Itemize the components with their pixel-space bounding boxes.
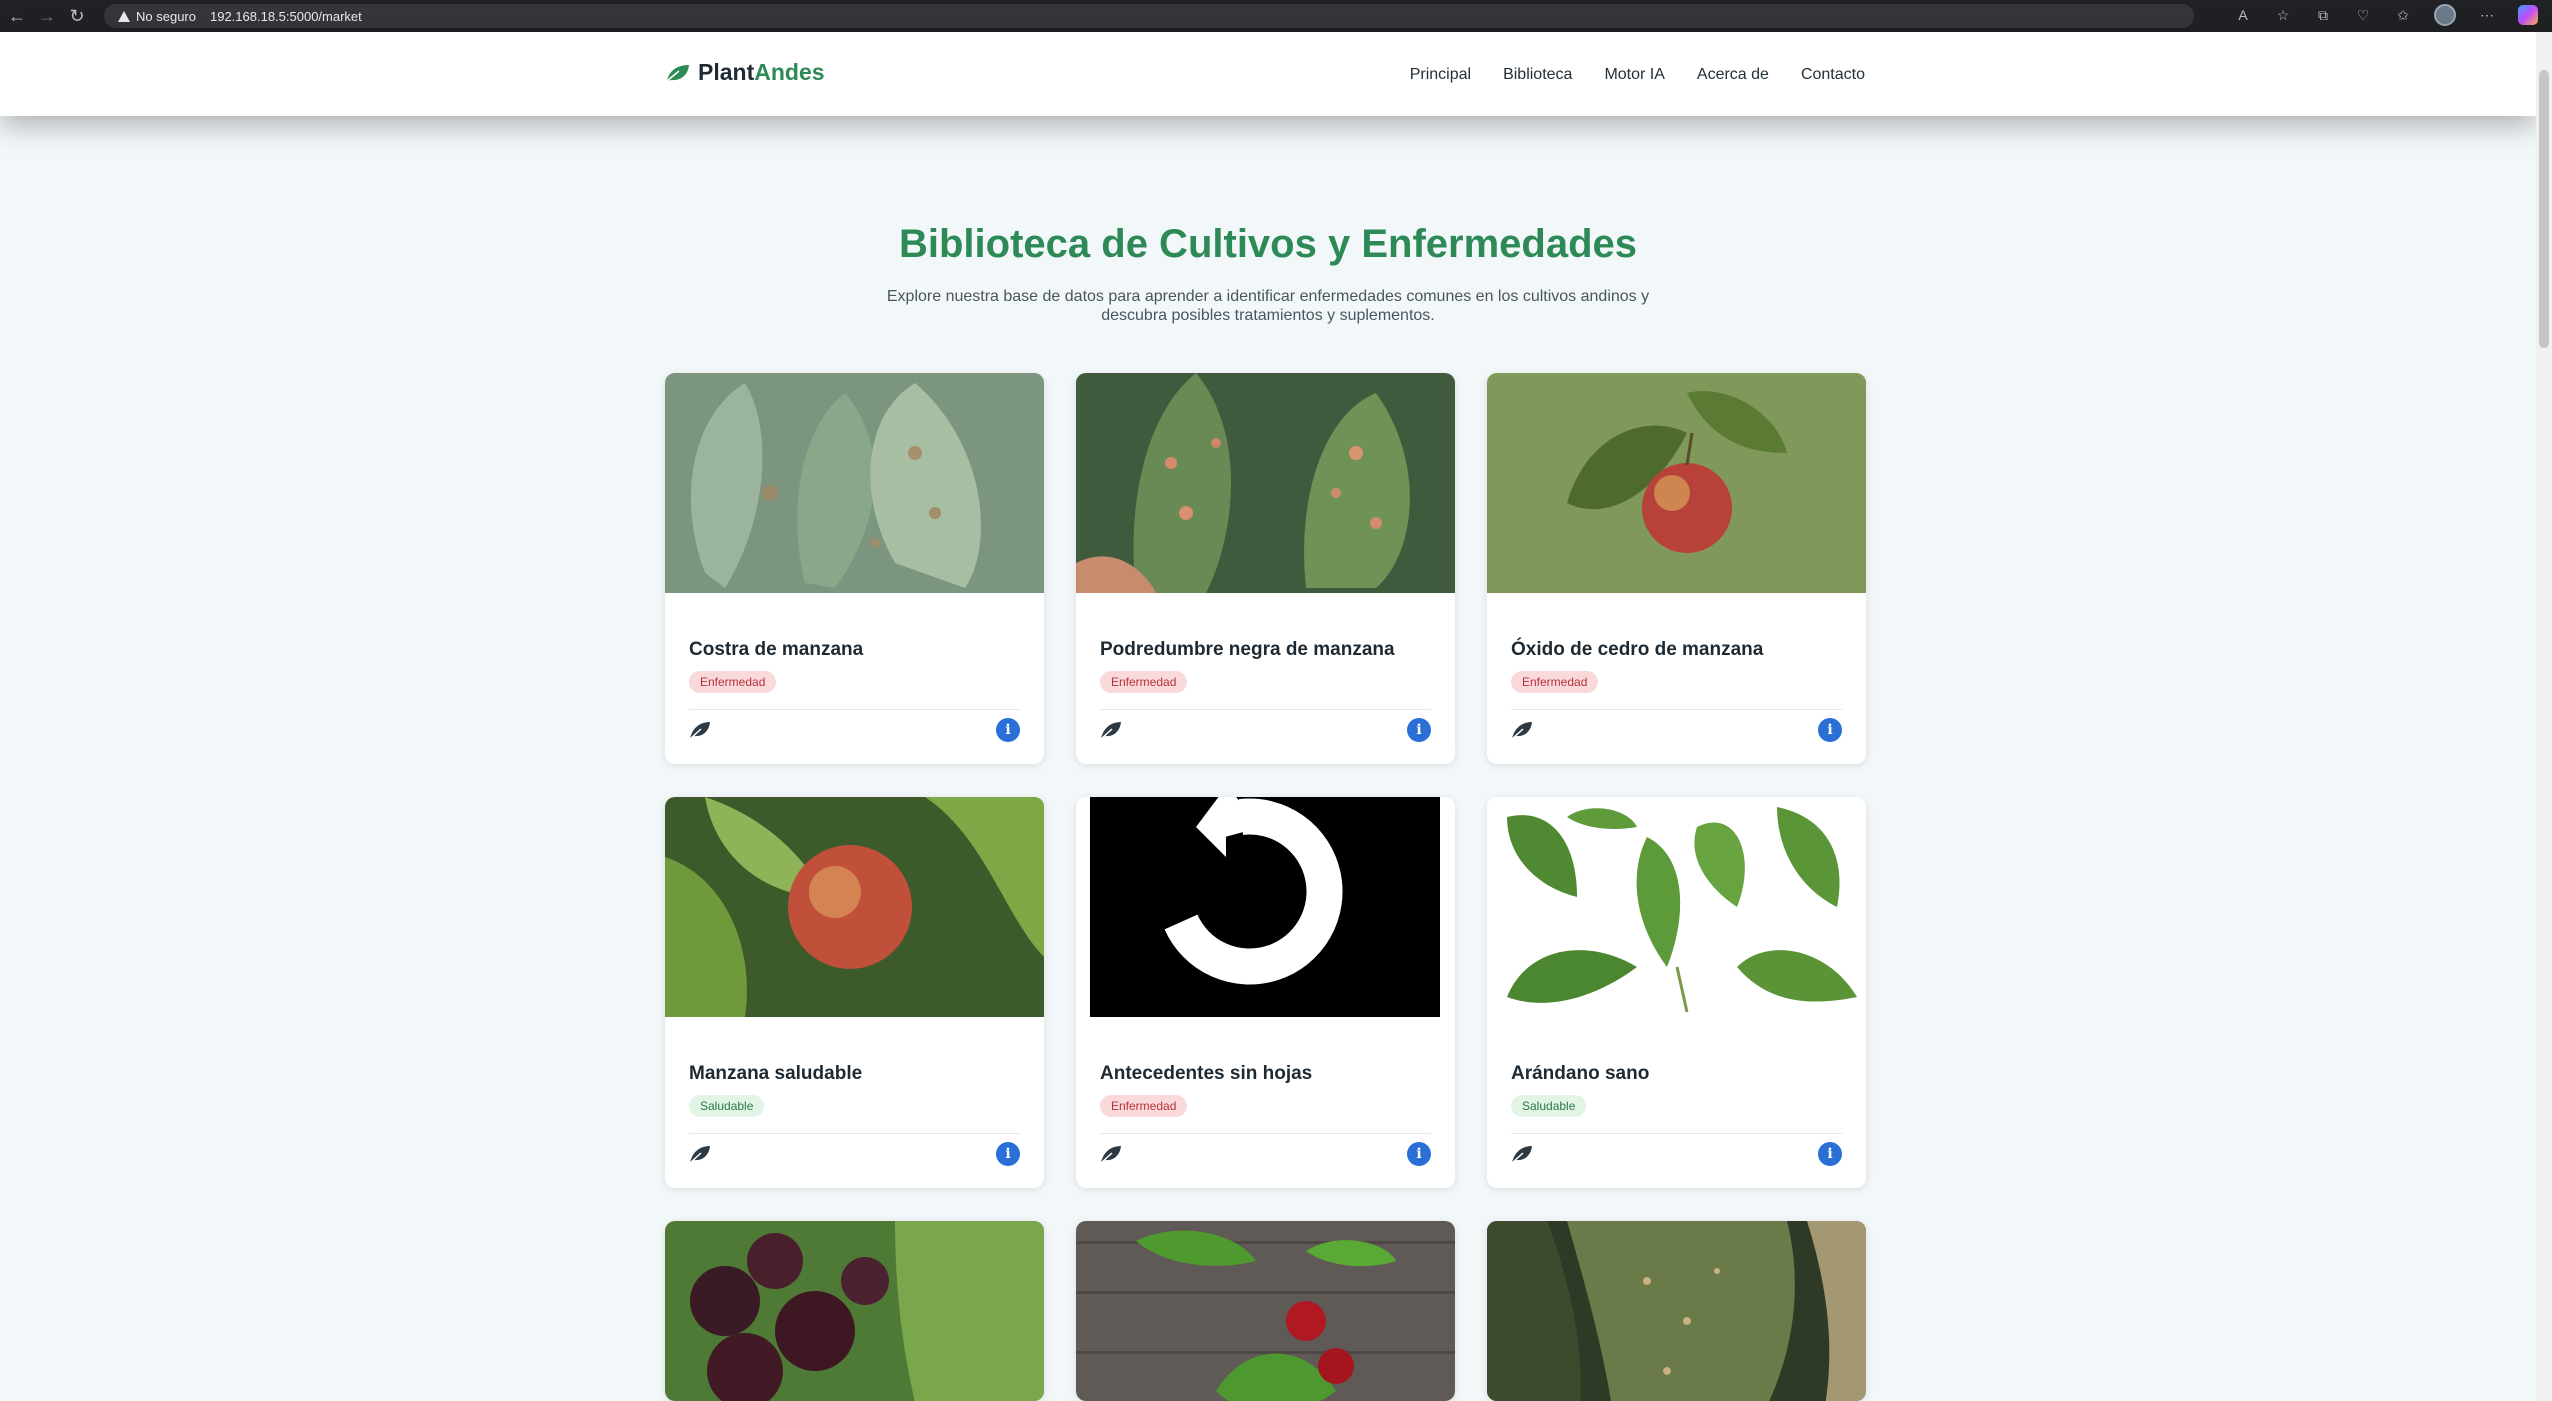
card-image-placeholder — [1076, 797, 1455, 1017]
card-divider — [1100, 709, 1431, 710]
crop-card[interactable]: Manzana saludable Saludable i — [665, 797, 1044, 1188]
nav-contacto[interactable]: Contacto — [1801, 66, 1865, 84]
logo-text-plant: Plant — [698, 59, 755, 85]
card-title: Antecedentes sin hojas — [1100, 1063, 1313, 1084]
more-options-icon[interactable]: ⋯ — [2478, 6, 2496, 24]
info-icon[interactable]: i — [996, 1142, 1020, 1166]
url-text[interactable]: 192.168.18.5:5000/market — [210, 9, 362, 24]
card-divider — [689, 1133, 1020, 1134]
nav-motor-ia[interactable]: Motor IA — [1604, 66, 1664, 84]
leaf-logo-icon — [666, 64, 689, 82]
card-image-blueberry — [1487, 797, 1866, 1017]
leaf-icon — [1511, 1146, 1532, 1164]
status-badge: Enfermedad — [1100, 671, 1188, 693]
info-icon[interactable]: i — [1818, 1142, 1842, 1166]
card-divider — [1511, 709, 1842, 710]
card-image-cedar-rust — [1487, 373, 1866, 593]
scrollbar-thumb[interactable] — [2539, 70, 2549, 348]
info-icon[interactable]: i — [1407, 1142, 1431, 1166]
logo[interactable]: Plant Andes — [665, 59, 825, 86]
leaf-icon — [1100, 722, 1121, 740]
card-divider — [689, 709, 1020, 710]
card-image-healthy-apple — [665, 797, 1044, 1017]
browser-essentials-icon[interactable]: ♡ — [2354, 6, 2372, 24]
site-header: Plant Andes Principal Biblioteca Motor IA… — [0, 32, 2536, 116]
card-divider — [1511, 1133, 1842, 1134]
card-image-apple-scab — [665, 373, 1044, 593]
reload-icon[interactable]: ↻ — [64, 3, 90, 29]
info-icon[interactable]: i — [1407, 718, 1431, 742]
crop-card[interactable] — [1487, 1221, 1866, 1401]
collections-icon[interactable]: ✩ — [2394, 6, 2412, 24]
card-image-corn-leaf — [1487, 1221, 1866, 1401]
favorite-star-icon[interactable]: ☆ — [2274, 6, 2292, 24]
status-badge: Saludable — [1511, 1095, 1587, 1117]
forward-icon[interactable]: → — [34, 3, 60, 29]
copilot-icon[interactable] — [2518, 5, 2538, 25]
page-title: Biblioteca de Cultivos y Enfermedades — [899, 222, 1637, 266]
card-image-black-rot — [1076, 373, 1455, 593]
card-divider — [1100, 1133, 1431, 1134]
leaf-icon — [1100, 1146, 1121, 1164]
browser-toolbar: ← → ↻ No seguro 192.168.18.5:5000/market… — [0, 0, 2552, 32]
crop-card[interactable]: Costra de manzana Enfermedad i — [665, 373, 1044, 764]
warning-icon — [118, 10, 130, 22]
logo-text-andes: Andes — [754, 59, 825, 85]
crop-card[interactable]: Óxido de cedro de manzana Enfermedad i — [1487, 373, 1866, 764]
card-image-cherries-wood — [1076, 1221, 1455, 1401]
card-title: Podredumbre negra de manzana — [1100, 639, 1395, 660]
main-nav: Principal Biblioteca Motor IA Acerca de … — [1410, 66, 1865, 84]
status-badge: Enfermedad — [1100, 1095, 1188, 1117]
status-badge: Enfermedad — [689, 671, 777, 693]
nav-principal[interactable]: Principal — [1410, 66, 1471, 84]
scrollbar[interactable] — [2536, 32, 2552, 1401]
read-aloud-icon[interactable]: A — [2234, 6, 2252, 24]
crop-card[interactable]: Podredumbre negra de manzana Enfermedad … — [1076, 373, 1455, 764]
crop-card[interactable] — [665, 1221, 1044, 1401]
crop-card[interactable]: Antecedentes sin hojas Enfermedad i — [1076, 797, 1455, 1188]
info-icon[interactable]: i — [1818, 718, 1842, 742]
nav-biblioteca[interactable]: Biblioteca — [1503, 66, 1572, 84]
status-badge: Saludable — [689, 1095, 765, 1117]
page-subtitle: Explore nuestra base de datos para apren… — [886, 288, 1650, 324]
card-title: Costra de manzana — [689, 639, 864, 660]
not-secure-indicator[interactable]: No seguro — [118, 9, 196, 24]
nav-acerca-de[interactable]: Acerca de — [1697, 66, 1769, 84]
profile-avatar[interactable] — [2434, 4, 2456, 26]
address-bar[interactable]: No seguro 192.168.18.5:5000/market — [104, 4, 2194, 28]
card-image-cherries-branch — [665, 1221, 1044, 1401]
leaf-icon — [1511, 722, 1532, 740]
extensions-icon[interactable]: ⧉ — [2314, 6, 2332, 24]
leaf-icon — [689, 1146, 710, 1164]
crop-card[interactable] — [1076, 1221, 1455, 1401]
crop-card[interactable]: Arándano sano Saludable i — [1487, 797, 1866, 1188]
info-icon[interactable]: i — [996, 718, 1020, 742]
not-secure-label: No seguro — [136, 8, 196, 24]
card-title: Óxido de cedro de manzana — [1511, 639, 1764, 660]
status-badge: Enfermedad — [1511, 671, 1599, 693]
back-icon[interactable]: ← — [4, 3, 30, 29]
card-title: Arándano sano — [1511, 1063, 1650, 1084]
leaf-icon — [689, 722, 710, 740]
card-title: Manzana saludable — [689, 1063, 863, 1084]
